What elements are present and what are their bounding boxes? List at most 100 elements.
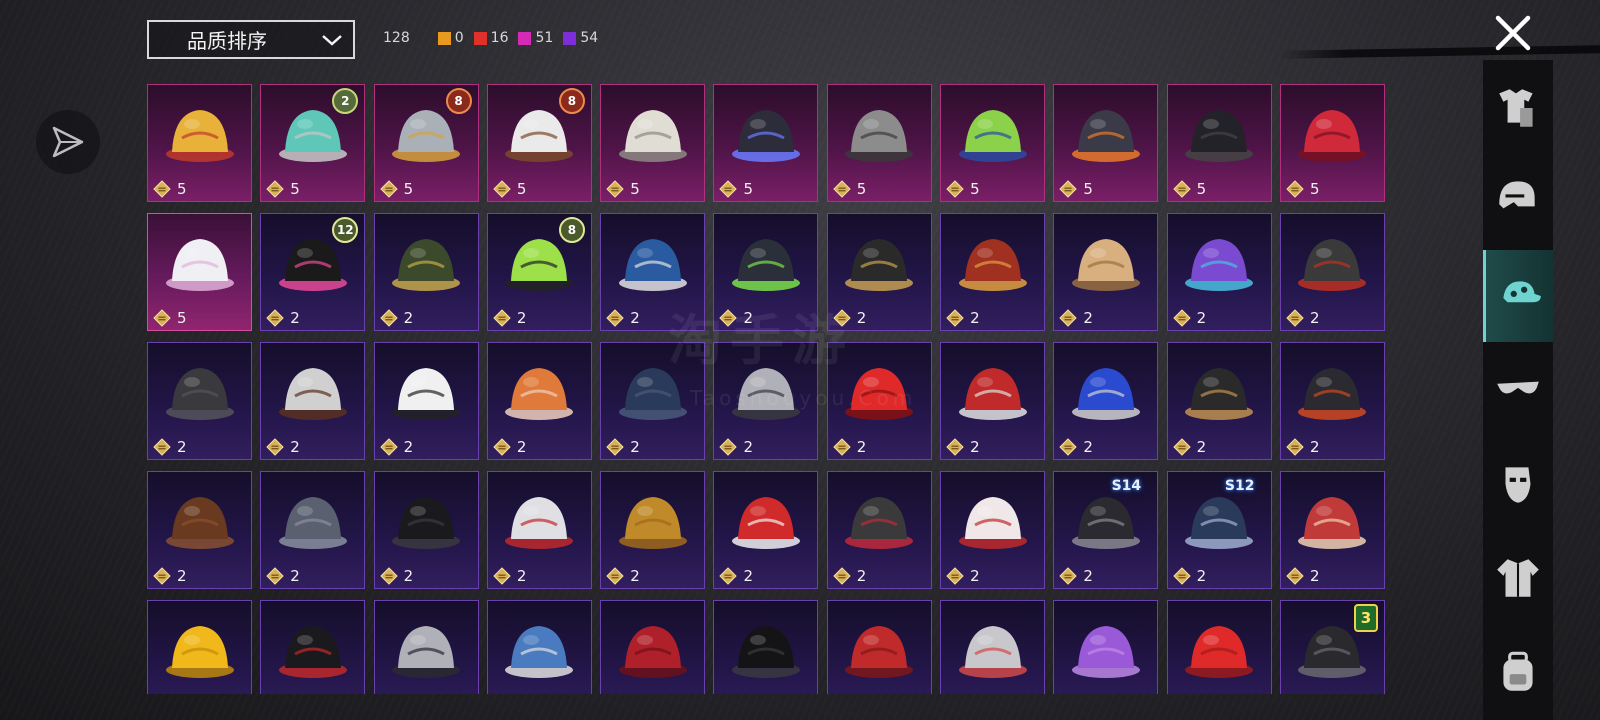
item-cost: 2 bbox=[946, 567, 980, 585]
count-red-value: 16 bbox=[490, 30, 509, 46]
item-card[interactable]: 2 bbox=[147, 342, 252, 460]
mustard-beanie-icon bbox=[601, 476, 704, 566]
diamond-coin-icon bbox=[379, 180, 398, 198]
item-card[interactable] bbox=[1166, 600, 1272, 694]
item-card[interactable]: 2 bbox=[373, 213, 479, 331]
steampunk-hat-icon bbox=[1168, 347, 1271, 437]
item-card[interactable]: 12 2 bbox=[260, 213, 366, 331]
diamond-coin-icon bbox=[1286, 567, 1304, 585]
red-swatch bbox=[473, 31, 487, 45]
diamond-coin-icon bbox=[946, 438, 964, 456]
item-cost-value: 2 bbox=[1196, 438, 1207, 456]
item-cost-value: 2 bbox=[970, 567, 980, 585]
item-card[interactable]: 2 bbox=[1053, 213, 1159, 331]
item-card[interactable] bbox=[260, 600, 366, 694]
item-card[interactable]: 2 bbox=[1279, 213, 1385, 331]
item-card[interactable]: 2 bbox=[600, 342, 706, 460]
item-card[interactable]: 5 bbox=[1166, 84, 1272, 202]
item-cost: 2 bbox=[1286, 567, 1320, 585]
diamond-coin-icon bbox=[379, 309, 398, 327]
item-cost-value: 2 bbox=[1309, 309, 1320, 327]
item-cost: 5 bbox=[153, 180, 187, 198]
item-card[interactable]: 2 bbox=[600, 471, 706, 589]
item-card[interactable]: S14 2 bbox=[1053, 471, 1159, 589]
item-card[interactable]: 2 bbox=[940, 342, 1046, 460]
jester-crown-mask-icon bbox=[148, 89, 251, 179]
diamond-coin-icon bbox=[266, 180, 285, 198]
item-card[interactable]: 2 bbox=[147, 471, 252, 589]
item-card[interactable] bbox=[600, 600, 706, 694]
item-cost-value: 2 bbox=[290, 567, 300, 585]
item-card[interactable]: 2 bbox=[713, 342, 819, 460]
item-card[interactable]: 5 bbox=[147, 84, 252, 202]
item-card[interactable]: 5 bbox=[826, 84, 932, 202]
item-card[interactable]: 2 bbox=[1166, 213, 1272, 331]
item-card[interactable]: 5 bbox=[600, 84, 706, 202]
diamond-coin-icon bbox=[946, 180, 964, 198]
black-gas-mask-icon bbox=[375, 476, 478, 566]
rail-mask[interactable] bbox=[1483, 438, 1553, 530]
rail-cap[interactable] bbox=[1483, 250, 1553, 342]
ski-goggle-beanie-icon bbox=[488, 476, 591, 566]
sort-dropdown[interactable]: 品质排序 bbox=[147, 20, 355, 59]
item-card[interactable] bbox=[373, 600, 479, 694]
item-card[interactable]: 2 bbox=[826, 342, 932, 460]
item-card[interactable]: 2 bbox=[486, 471, 592, 589]
item-card[interactable] bbox=[940, 600, 1046, 694]
item-cost: 5 bbox=[1172, 180, 1206, 198]
item-card[interactable]: 3 bbox=[1279, 600, 1385, 694]
diamond-coin-icon bbox=[379, 438, 398, 456]
item-card[interactable]: 2 bbox=[373, 342, 479, 460]
item-card[interactable]: 5 bbox=[940, 84, 1046, 202]
item-card[interactable] bbox=[713, 600, 819, 694]
item-cost-value: 2 bbox=[290, 438, 300, 456]
item-card[interactable]: S12 2 bbox=[1166, 471, 1272, 589]
item-card[interactable]: 2 bbox=[940, 471, 1046, 589]
item-card[interactable]: 2 5 bbox=[260, 84, 366, 202]
item-card[interactable]: 2 bbox=[260, 471, 366, 589]
item-card[interactable] bbox=[147, 600, 252, 694]
item-card[interactable] bbox=[826, 600, 932, 694]
item-card[interactable]: 2 bbox=[713, 213, 819, 331]
item-card[interactable]: 5 bbox=[1279, 84, 1385, 202]
item-card[interactable]: 2 bbox=[826, 471, 932, 589]
item-card[interactable]: 5 bbox=[713, 84, 819, 202]
item-grid-viewport[interactable]: 5 2 5 8 5 8 5 5 5 5 5 5 5 5 5 12 2 2 8 2… bbox=[147, 84, 1389, 694]
item-card[interactable]: 2 bbox=[1279, 342, 1385, 460]
diamond-coin-icon bbox=[153, 438, 171, 456]
rail-outfit[interactable] bbox=[1483, 62, 1553, 154]
item-card[interactable]: 2 bbox=[260, 342, 366, 460]
item-card[interactable]: 2 bbox=[600, 213, 706, 331]
item-card[interactable]: 2 bbox=[826, 213, 932, 331]
frog-cop-head-icon bbox=[941, 89, 1044, 179]
item-card[interactable]: 2 bbox=[1166, 342, 1272, 460]
close-button[interactable] bbox=[1492, 12, 1534, 54]
item-card[interactable] bbox=[486, 600, 592, 694]
rail-backpack[interactable] bbox=[1483, 626, 1553, 718]
share-button[interactable] bbox=[36, 110, 100, 174]
item-card[interactable]: 8 5 bbox=[486, 84, 592, 202]
item-card[interactable]: 2 bbox=[713, 471, 819, 589]
diamond-coin-icon bbox=[946, 567, 964, 585]
item-card[interactable]: 2 bbox=[373, 471, 479, 589]
diamond-coin-icon bbox=[1172, 309, 1191, 327]
item-card[interactable]: 8 2 bbox=[486, 213, 592, 331]
rail-helmet[interactable] bbox=[1483, 152, 1553, 244]
backpack-icon bbox=[1503, 651, 1533, 691]
item-card[interactable]: 2 bbox=[486, 342, 592, 460]
rail-jacket[interactable] bbox=[1483, 532, 1553, 624]
item-cost-value: 2 bbox=[970, 438, 980, 456]
silver-mask-icon bbox=[375, 605, 478, 694]
yellow-bucket-hat-icon bbox=[148, 605, 251, 694]
brown-ponytail-icon bbox=[148, 476, 251, 566]
item-card[interactable]: 5 bbox=[1053, 84, 1159, 202]
item-card[interactable]: 8 5 bbox=[373, 84, 479, 202]
item-card[interactable] bbox=[1053, 600, 1159, 694]
item-card[interactable]: 5 bbox=[147, 213, 252, 331]
item-card[interactable]: 2 bbox=[1053, 342, 1159, 460]
item-card[interactable]: 2 bbox=[940, 213, 1046, 331]
item-card[interactable]: 2 bbox=[1279, 471, 1385, 589]
item-cost: 2 bbox=[493, 567, 526, 585]
kabuki-mask-icon bbox=[941, 476, 1044, 566]
rail-glasses[interactable] bbox=[1483, 344, 1553, 436]
